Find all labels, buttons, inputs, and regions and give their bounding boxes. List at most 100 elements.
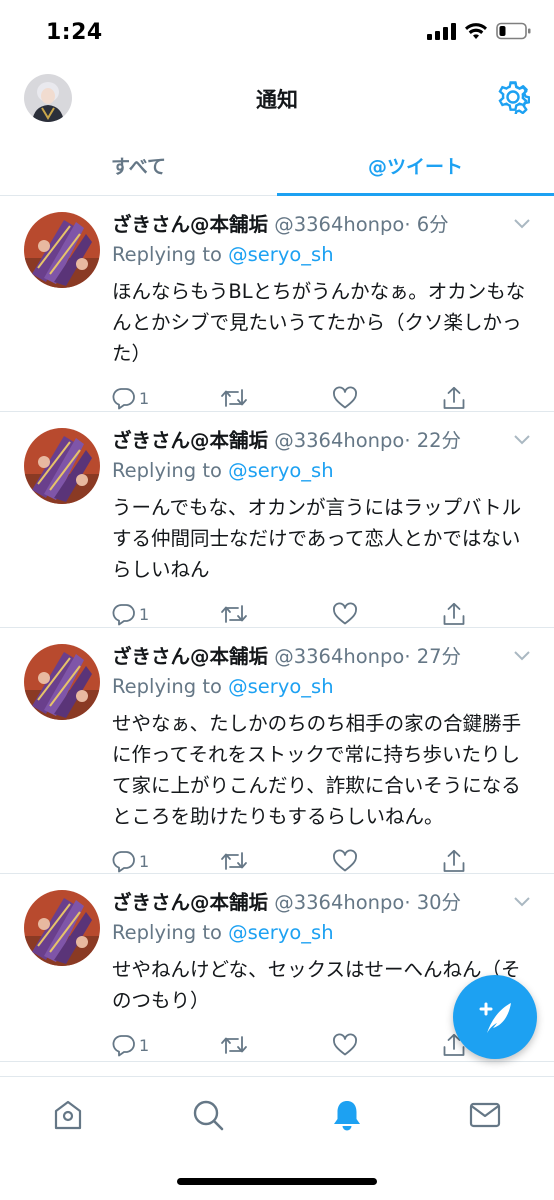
replying-to-mention[interactable]: @seryo_sh xyxy=(228,675,333,698)
home-indicator xyxy=(177,1178,377,1185)
gear-icon xyxy=(498,81,531,116)
retweet-button[interactable] xyxy=(220,1033,248,1057)
search-icon xyxy=(193,1100,224,1131)
tweet-header: ざきさん@本舗垢 @3364honpo· 22分 xyxy=(112,426,532,456)
reply-button[interactable]: 1 xyxy=(112,386,149,410)
home-icon xyxy=(54,1100,82,1130)
tweet-item[interactable]: ざきさん@本舗垢 @3364honpo· 22分 Replying to @se… xyxy=(0,412,554,628)
like-button[interactable] xyxy=(332,602,358,626)
reply-count: 1 xyxy=(139,388,150,408)
nav-home-button[interactable] xyxy=(50,1097,86,1133)
retweet-button[interactable] xyxy=(220,386,248,410)
share-button[interactable] xyxy=(442,849,466,873)
replying-to-label: Replying to xyxy=(112,243,229,266)
replying-to-mention[interactable]: @seryo_sh xyxy=(228,243,333,266)
status-icons xyxy=(427,22,532,40)
status-time: 1:24 xyxy=(46,20,103,45)
cellular-signal-icon xyxy=(427,22,456,40)
settings-button[interactable] xyxy=(496,80,531,116)
retweet-button[interactable] xyxy=(220,602,248,626)
tweet-header: ざきさん@本舗垢 @3364honpo· 30分 xyxy=(112,888,532,918)
wifi-icon xyxy=(465,23,487,39)
page-title: 通知 xyxy=(256,88,298,112)
reply-button[interactable]: 1 xyxy=(112,849,149,873)
tweet-author-avatar[interactable] xyxy=(24,644,100,720)
tweet-author-avatar[interactable] xyxy=(24,890,100,966)
bell-icon xyxy=(334,1101,360,1131)
replying-to-label: Replying to xyxy=(112,921,229,944)
heart-icon xyxy=(333,1033,357,1056)
tweet-author-handle: @3364honpo xyxy=(274,429,405,452)
reply-icon xyxy=(112,604,135,626)
replying-to-mention[interactable]: @seryo_sh xyxy=(228,459,333,482)
reply-icon xyxy=(112,1035,135,1057)
chevron-down-icon[interactable] xyxy=(512,648,532,662)
heart-icon xyxy=(333,386,357,409)
tab-mentions[interactable]: @ツイート xyxy=(277,132,554,196)
chevron-down-icon[interactable] xyxy=(512,216,532,230)
share-icon xyxy=(443,386,465,409)
replying-to-label: Replying to xyxy=(112,675,229,698)
share-button[interactable] xyxy=(442,602,466,626)
heart-icon xyxy=(333,849,357,872)
tweet-author-name[interactable]: ざきさん@本舗垢 xyxy=(112,429,268,452)
tweet-author-avatar[interactable] xyxy=(24,212,100,288)
tweet-author-handle: @3364honpo xyxy=(274,645,405,668)
reply-icon xyxy=(112,851,135,873)
replying-to-line: Replying to @seryo_sh xyxy=(112,672,532,702)
compose-tweet-button[interactable] xyxy=(453,975,537,1059)
nav-notifications-button[interactable] xyxy=(329,1097,365,1133)
retweet-icon xyxy=(221,389,247,407)
replying-to-label: Replying to xyxy=(112,459,229,482)
replying-to-line: Replying to @seryo_sh xyxy=(112,456,532,486)
tweet-author-handle: @3364honpo xyxy=(274,213,405,236)
mail-icon xyxy=(469,1102,501,1128)
share-icon xyxy=(443,849,465,872)
tweet-author-avatar[interactable] xyxy=(24,428,100,504)
share-icon xyxy=(443,602,465,625)
notification-tabs: すべて @ツイート xyxy=(0,132,554,196)
battery-icon xyxy=(496,22,531,40)
retweet-icon xyxy=(221,1036,247,1054)
replying-to-mention[interactable]: @seryo_sh xyxy=(228,921,333,944)
reply-count: 1 xyxy=(139,851,150,871)
replying-to-line: Replying to @seryo_sh xyxy=(112,240,532,270)
tweet-author-name[interactable]: ざきさん@本舗垢 xyxy=(112,891,268,914)
tweet-timestamp: · 30分 xyxy=(404,891,462,914)
nav-messages-button[interactable] xyxy=(467,1097,503,1133)
status-bar: 1:24 xyxy=(0,0,554,66)
retweet-button[interactable] xyxy=(220,849,248,873)
tweet-author-name[interactable]: ざきさん@本舗垢 xyxy=(112,213,268,236)
reply-count: 1 xyxy=(139,1035,150,1055)
replying-to-line: Replying to @seryo_sh xyxy=(112,918,532,948)
share-button[interactable] xyxy=(442,386,466,410)
reply-button[interactable]: 1 xyxy=(112,602,149,626)
tweet-header: ざきさん@本舗垢 @3364honpo· 6分 xyxy=(112,210,532,240)
compose-tweet-icon xyxy=(479,1002,511,1033)
tweet-item[interactable]: ざきさん@本舗垢 @3364honpo· 6分 Replying to @ser… xyxy=(0,196,554,412)
tweet-item[interactable]: ざきさん@本舗垢 @3364honpo· 27分 Replying to @se… xyxy=(0,628,554,874)
reply-button[interactable]: 1 xyxy=(112,1033,149,1057)
heart-icon xyxy=(333,602,357,625)
like-button[interactable] xyxy=(332,386,358,410)
retweet-icon xyxy=(221,852,247,870)
chevron-down-icon[interactable] xyxy=(512,432,532,446)
mentions-feed: ざきさん@本舗垢 @3364honpo· 6分 Replying to @ser… xyxy=(0,196,554,1062)
nav-search-button[interactable] xyxy=(190,1097,226,1133)
tweet-author-name[interactable]: ざきさん@本舗垢 xyxy=(112,645,268,668)
reply-count: 1 xyxy=(139,604,150,624)
tweet-timestamp: · 22分 xyxy=(404,429,462,452)
tweet-text: うーんでもな、オカンが言うにはラップバトルする仲間同士なだけであって恋人とかでは… xyxy=(112,496,522,581)
tab-all[interactable]: すべて xyxy=(0,132,277,195)
like-button[interactable] xyxy=(332,849,358,873)
chevron-down-icon[interactable] xyxy=(512,894,532,908)
header: 通知 xyxy=(0,66,554,132)
tweet-timestamp: · 6分 xyxy=(404,213,449,236)
like-button[interactable] xyxy=(332,1033,358,1057)
reply-icon xyxy=(112,388,135,410)
tweet-author-handle: @3364honpo xyxy=(274,891,405,914)
retweet-icon xyxy=(221,605,247,623)
tweet-header: ざきさん@本舗垢 @3364honpo· 27分 xyxy=(112,642,532,672)
tweet-text: せやなぁ、たしかのちのち相手の家の合鍵勝手に作ってそれをストックで常に持ち歩いた… xyxy=(112,712,522,828)
tweet-timestamp: · 27分 xyxy=(404,645,462,668)
